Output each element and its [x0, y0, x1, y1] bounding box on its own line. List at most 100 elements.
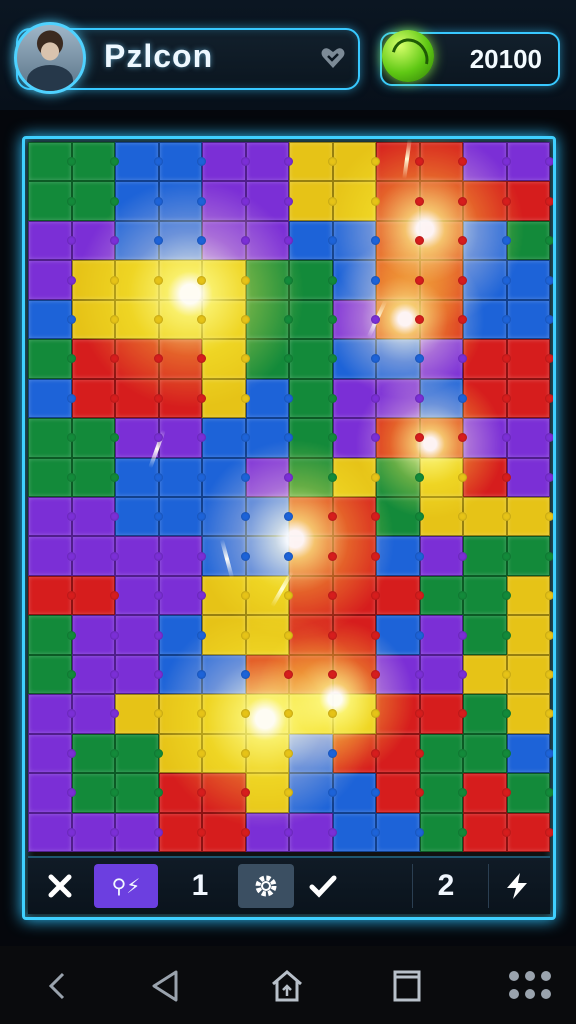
puzzle-piece[interactable] [463, 220, 510, 261]
puzzle-piece[interactable] [158, 654, 206, 695]
puzzle-piece[interactable] [115, 654, 162, 695]
puzzle-piece[interactable] [115, 339, 162, 379]
puzzle-piece[interactable] [419, 260, 467, 300]
puzzle-piece[interactable] [115, 694, 162, 734]
puzzle-piece[interactable] [376, 220, 423, 261]
puzzle-piece[interactable] [419, 496, 467, 537]
puzzle-piece[interactable] [332, 220, 380, 261]
puzzle-piece[interactable] [376, 733, 423, 774]
puzzle-piece[interactable] [71, 733, 119, 774]
puzzle-piece[interactable] [332, 457, 380, 497]
puzzle-piece[interactable] [376, 181, 423, 221]
puzzle-piece[interactable] [71, 378, 119, 419]
puzzle-piece[interactable] [158, 299, 206, 340]
puzzle-piece[interactable] [28, 694, 75, 734]
puzzle-piece[interactable] [202, 773, 249, 813]
puzzle-piece[interactable] [71, 260, 119, 300]
puzzle-piece[interactable] [202, 418, 249, 458]
puzzle-piece[interactable] [202, 575, 249, 616]
puzzle-piece[interactable] [506, 299, 553, 340]
puzzle-piece[interactable] [332, 575, 380, 616]
puzzle-piece[interactable] [289, 812, 336, 852]
puzzle-piece[interactable] [115, 299, 162, 340]
puzzle-piece[interactable] [245, 457, 293, 497]
puzzle-piece[interactable] [376, 142, 423, 182]
puzzle-piece[interactable] [289, 260, 336, 300]
avatar[interactable] [14, 22, 86, 94]
puzzle-piece[interactable] [245, 220, 293, 261]
puzzle-piece[interactable] [332, 299, 380, 340]
puzzle-piece[interactable] [71, 457, 119, 497]
puzzle-piece[interactable] [463, 615, 510, 655]
puzzle-piece[interactable] [158, 260, 206, 300]
puzzle-piece[interactable] [463, 181, 510, 221]
puzzle-piece[interactable] [115, 615, 162, 655]
puzzle-piece[interactable] [115, 773, 162, 813]
puzzle-piece[interactable] [289, 773, 336, 813]
puzzle-piece[interactable] [115, 733, 162, 774]
heart-icon[interactable] [320, 46, 346, 70]
puzzle-piece[interactable] [419, 339, 467, 379]
puzzle-piece[interactable] [463, 378, 510, 419]
puzzle-piece[interactable] [463, 575, 510, 616]
puzzle-piece[interactable] [202, 220, 249, 261]
puzzle-piece[interactable] [245, 142, 293, 182]
puzzle-piece[interactable] [463, 418, 510, 458]
puzzle-piece[interactable] [419, 220, 467, 261]
puzzle-piece[interactable] [71, 654, 119, 695]
puzzle-piece[interactable] [332, 733, 380, 774]
puzzle-piece[interactable] [202, 378, 249, 419]
puzzle-grid[interactable] [28, 142, 553, 852]
puzzle-piece[interactable] [419, 418, 467, 458]
puzzle-piece[interactable] [71, 339, 119, 379]
confirm-button[interactable] [300, 864, 346, 908]
puzzle-piece[interactable] [245, 615, 293, 655]
puzzle-piece[interactable] [289, 654, 336, 695]
settings-button[interactable] [238, 864, 294, 908]
puzzle-piece[interactable] [289, 536, 336, 576]
puzzle-piece[interactable] [245, 339, 293, 379]
puzzle-piece[interactable] [506, 339, 553, 379]
puzzle-piece[interactable] [506, 536, 553, 576]
puzzle-piece[interactable] [71, 575, 119, 616]
puzzle-piece[interactable] [202, 654, 249, 695]
puzzle-piece[interactable] [332, 694, 380, 734]
puzzle-piece[interactable] [463, 773, 510, 813]
puzzle-piece[interactable] [245, 299, 293, 340]
puzzle-piece[interactable] [115, 418, 162, 458]
puzzle-piece[interactable] [289, 418, 336, 458]
puzzle-piece[interactable] [202, 496, 249, 537]
puzzle-piece[interactable] [245, 496, 293, 537]
puzzle-piece[interactable] [28, 496, 75, 537]
puzzle-piece[interactable] [245, 378, 293, 419]
puzzle-piece[interactable] [463, 496, 510, 537]
puzzle-piece[interactable] [419, 773, 467, 813]
puzzle-piece[interactable] [245, 812, 293, 852]
puzzle-piece[interactable] [202, 299, 249, 340]
puzzle-piece[interactable] [115, 575, 162, 616]
puzzle-piece[interactable] [376, 773, 423, 813]
puzzle-piece[interactable] [28, 575, 75, 616]
puzzle-piece[interactable] [332, 142, 380, 182]
puzzle-piece[interactable] [463, 733, 510, 774]
puzzle-piece[interactable] [28, 339, 75, 379]
puzzle-piece[interactable] [506, 694, 553, 734]
puzzle-piece[interactable] [28, 654, 75, 695]
puzzle-piece[interactable] [71, 181, 119, 221]
puzzle-piece[interactable] [376, 378, 423, 419]
puzzle-piece[interactable] [158, 418, 206, 458]
puzzle-piece[interactable] [332, 812, 380, 852]
puzzle-piece[interactable] [506, 457, 553, 497]
puzzle-piece[interactable] [332, 418, 380, 458]
puzzle-piece[interactable] [158, 339, 206, 379]
puzzle-piece[interactable] [202, 457, 249, 497]
puzzle-piece[interactable] [419, 733, 467, 774]
puzzle-piece[interactable] [289, 496, 336, 537]
boost-button[interactable] [488, 864, 545, 908]
puzzle-piece[interactable] [28, 260, 75, 300]
puzzle-piece[interactable] [463, 654, 510, 695]
puzzle-piece[interactable] [289, 694, 336, 734]
puzzle-piece[interactable] [28, 733, 75, 774]
puzzle-piece[interactable] [115, 378, 162, 419]
puzzle-piece[interactable] [506, 418, 553, 458]
